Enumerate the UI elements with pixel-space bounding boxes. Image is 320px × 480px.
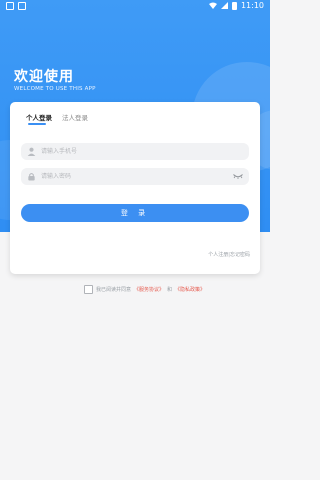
login-card: 个人登录 法人登录 登 录 个人注册|忘记密码: [10, 102, 260, 274]
notification-icon: [6, 2, 14, 10]
active-tab-indicator: [28, 123, 46, 125]
status-time: 11:10: [240, 1, 264, 10]
wifi-icon: [208, 2, 217, 9]
account-links: 个人注册|忘记密码: [208, 251, 250, 258]
privacy-policy-link[interactable]: 《隐私政策》: [175, 286, 205, 293]
lock-icon: [28, 173, 35, 181]
agreement-row: 我已阅读并同意 《服务协议》 和 《隐私政策》: [84, 285, 205, 294]
service-agreement-link[interactable]: 《服务协议》: [134, 286, 164, 293]
agreement-checkbox[interactable]: [84, 285, 93, 294]
password-input[interactable]: [41, 171, 231, 182]
agreement-prefix: 我已阅读并同意: [96, 287, 132, 293]
register-link[interactable]: 个人注册: [208, 252, 228, 258]
login-button[interactable]: 登 录: [21, 204, 249, 222]
tab-personal-login[interactable]: 个人登录: [26, 112, 52, 122]
signal-icon: [220, 2, 228, 9]
status-bar: 11:10: [0, 0, 270, 12]
user-icon: [27, 147, 36, 156]
phone-field[interactable]: [21, 143, 249, 160]
welcome-subtitle: WELCOME TO USE THIS APP: [14, 86, 96, 92]
eye-closed-icon[interactable]: [233, 173, 243, 180]
agreement-and: 和: [167, 287, 173, 293]
forgot-password-link[interactable]: 忘记密码: [230, 252, 250, 258]
welcome-title: 欢迎使用: [14, 69, 74, 85]
notification-icon: [18, 2, 26, 10]
tab-corporate-login[interactable]: 法人登录: [62, 112, 88, 122]
phone-input[interactable]: [41, 146, 231, 157]
battery-icon: [231, 1, 237, 10]
password-field[interactable]: [21, 168, 249, 185]
